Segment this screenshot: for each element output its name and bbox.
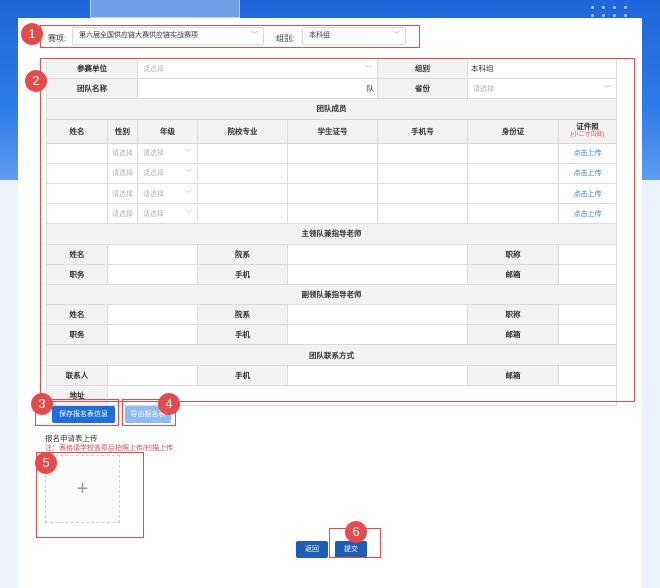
banner-dots-decoration (591, 6, 630, 17)
highlight-box-2 (40, 58, 635, 402)
banner-decoration (90, 0, 240, 18)
highlight-box-1 (40, 25, 420, 48)
annotation-badge-2: 2 (25, 70, 47, 92)
back-button[interactable]: 返回 (296, 541, 328, 558)
annotation-badge-4: 4 (158, 393, 180, 415)
annotation-badge-1: 1 (21, 23, 43, 45)
annotation-badge-5: 5 (35, 452, 57, 474)
annotation-badge-3: 3 (31, 393, 53, 415)
annotation-badge-6: 6 (345, 521, 367, 543)
